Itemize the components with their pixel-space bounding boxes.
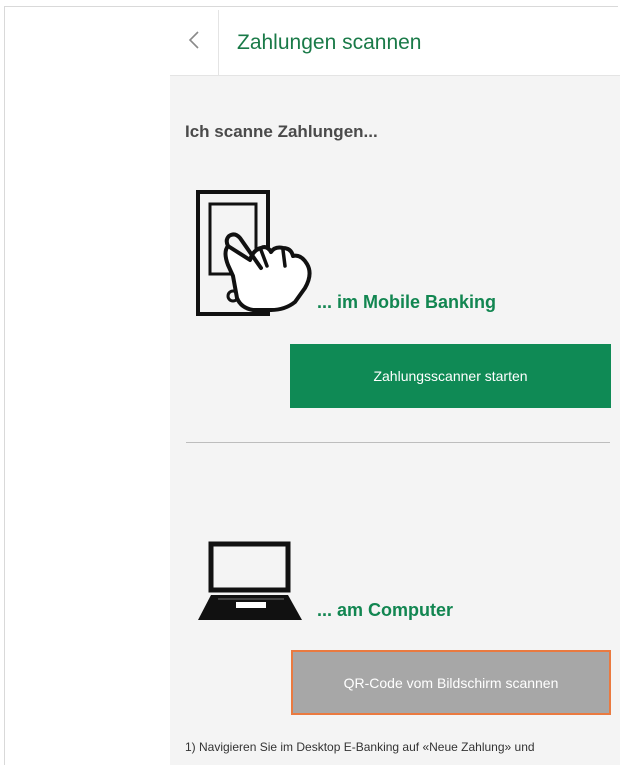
back-button[interactable]: [170, 10, 219, 75]
intro-heading: Ich scanne Zahlungen...: [185, 122, 378, 141]
page-title: Zahlungen scannen: [237, 31, 422, 54]
frame-border-top: [4, 6, 618, 7]
mobile-banking-label: ... im Mobile Banking: [317, 292, 497, 312]
scan-qr-from-screen-button[interactable]: QR-Code vom Bildschirm scannen: [291, 650, 611, 715]
header-bar: Zahlungen scannen: [170, 10, 620, 76]
app-panel: Zahlungen scannen Ich scanne Zahlungen..…: [170, 10, 620, 765]
frame-border-left: [4, 6, 5, 765]
start-scanner-button[interactable]: Zahlungsscanner starten: [290, 344, 611, 408]
section-divider: [186, 442, 610, 443]
chevron-left-icon: [187, 29, 201, 56]
footnote-text: 1) Navigieren Sie im Desktop E-Banking a…: [185, 740, 535, 754]
left-margin: [0, 0, 170, 765]
phone-hand-icon: [195, 190, 320, 320]
computer-label: ... am Computer: [317, 600, 454, 620]
laptop-icon: [198, 540, 308, 622]
